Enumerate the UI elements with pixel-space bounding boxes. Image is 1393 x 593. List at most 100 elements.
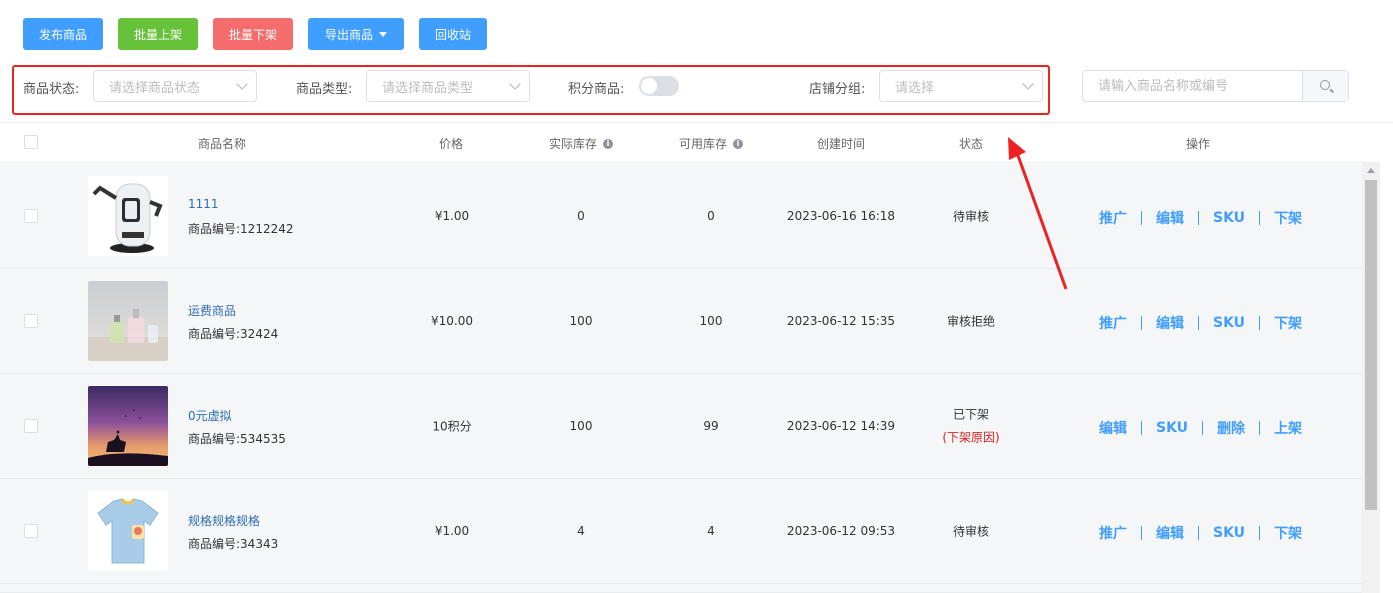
sunset-deer-image xyxy=(88,386,168,466)
type-filter-label: 商品类型: xyxy=(296,82,353,97)
status-text: 待审核 xyxy=(952,524,990,539)
separator xyxy=(1259,421,1261,435)
delist-action[interactable]: 下架 xyxy=(1274,523,1302,543)
perfume-product-image xyxy=(88,281,168,361)
table-row: 1111 商品编号:1212242 ¥1.00 0 0 2023-06-16 1… xyxy=(0,164,1362,269)
header-status: 状态 xyxy=(958,137,984,151)
status-filter-label: 商品状态: xyxy=(23,82,80,97)
actual-stock: 100 xyxy=(569,314,593,328)
search-button[interactable] xyxy=(1302,71,1348,101)
separator xyxy=(1141,526,1142,540)
product-code: 商品编号:1212242 xyxy=(188,222,294,236)
row-actions: 编辑 SKU 删除 上架 xyxy=(1099,418,1302,438)
recycle-bin-button[interactable]: 回收站 xyxy=(419,18,487,50)
separator xyxy=(1259,211,1261,225)
sku-action[interactable]: SKU xyxy=(1213,210,1245,226)
delist-action[interactable]: 下架 xyxy=(1274,313,1302,333)
header-actual-stock: 实际库存 i xyxy=(548,135,614,152)
product-name-link[interactable]: 0元虚拟 xyxy=(188,407,232,424)
row-actions: 推广 编辑 SKU 下架 xyxy=(1099,313,1302,333)
toolbar: 发布商品 批量上架 批量下架 导出商品 回收站 xyxy=(23,18,487,50)
scrollbar-thumb[interactable] xyxy=(1365,180,1377,510)
separator xyxy=(1198,316,1199,330)
batch-delist-button[interactable]: 批量下架 xyxy=(213,18,293,50)
edit-action[interactable]: 编辑 xyxy=(1156,523,1184,543)
table-header: 商品名称 价格 实际库存 i 可用库存 i 创建时间 状态 操作 xyxy=(0,123,1380,163)
type-select-placeholder: 请选择商品类型 xyxy=(382,80,474,96)
promote-action[interactable]: 推广 xyxy=(1099,523,1127,543)
search-box xyxy=(1082,70,1349,102)
product-name-link[interactable]: 规格规格规格 xyxy=(188,512,260,529)
row-actions: 推广 编辑 SKU 下架 xyxy=(1099,208,1302,228)
chevron-down-icon xyxy=(236,78,248,90)
product-code: 商品编号:32424 xyxy=(188,327,279,341)
toggle-knob xyxy=(641,78,657,94)
promote-action[interactable]: 推广 xyxy=(1099,313,1127,333)
separator xyxy=(1259,526,1261,540)
row-checkbox[interactable] xyxy=(24,419,38,433)
row-checkbox[interactable] xyxy=(24,209,38,223)
status-text: 已下架 xyxy=(952,407,990,422)
created-time: 2023-06-16 16:18 xyxy=(786,209,896,223)
table-row: 0元虚拟 商品编号:534535 10积分 100 99 2023-06-12 … xyxy=(0,374,1362,479)
row-actions: 推广 编辑 SKU 下架 xyxy=(1099,523,1302,543)
chevron-down-icon xyxy=(509,78,521,90)
header-available-stock: 可用库存 i xyxy=(678,135,744,152)
header-created: 创建时间 xyxy=(816,137,866,151)
header-actions: 操作 xyxy=(1185,137,1211,151)
search-icon xyxy=(1320,80,1330,90)
separator xyxy=(1141,211,1142,225)
sku-action[interactable]: SKU xyxy=(1213,525,1245,541)
created-time: 2023-06-12 14:39 xyxy=(786,419,896,433)
created-time: 2023-06-12 15:35 xyxy=(786,314,896,328)
store-group-label: 店铺分组: xyxy=(809,82,866,97)
status-select-placeholder: 请选择商品状态 xyxy=(109,80,201,96)
type-select[interactable]: 请选择商品类型 xyxy=(366,70,530,102)
publish-product-button[interactable]: 发布商品 xyxy=(23,18,103,50)
select-all-checkbox[interactable] xyxy=(24,135,38,149)
separator xyxy=(1141,316,1142,330)
edit-action[interactable]: 编辑 xyxy=(1156,208,1184,228)
delete-action[interactable]: 删除 xyxy=(1217,418,1245,438)
store-group-placeholder: 请选择 xyxy=(895,80,935,96)
price: ¥10.00 xyxy=(431,314,473,328)
info-icon[interactable]: i xyxy=(603,138,614,149)
promote-action[interactable]: 推广 xyxy=(1099,208,1127,228)
batch-list-button[interactable]: 批量上架 xyxy=(118,18,198,50)
created-time: 2023-06-12 09:53 xyxy=(786,524,896,538)
delist-reason-link[interactable]: (下架原因) xyxy=(942,429,999,446)
actual-stock: 4 xyxy=(577,524,585,538)
delist-action[interactable]: 下架 xyxy=(1274,208,1302,228)
store-group-select[interactable]: 请选择 xyxy=(879,70,1043,102)
table-row: 规格规格规格 商品编号:34343 ¥1.00 4 4 2023-06-12 0… xyxy=(0,479,1362,584)
separator xyxy=(1198,211,1199,225)
separator xyxy=(1141,421,1142,435)
caret-down-icon xyxy=(379,31,387,37)
row-checkbox[interactable] xyxy=(24,314,38,328)
sku-action[interactable]: SKU xyxy=(1156,420,1188,436)
product-management-page: 发布商品 批量上架 批量下架 导出商品 回收站 商品状态: 请选择商品状态 商品… xyxy=(0,0,1393,593)
product-name-link[interactable]: 运费商品 xyxy=(188,302,236,319)
edit-action[interactable]: 编辑 xyxy=(1156,313,1184,333)
list-action[interactable]: 上架 xyxy=(1274,418,1302,438)
price: ¥1.00 xyxy=(434,524,470,538)
edit-action[interactable]: 编辑 xyxy=(1099,418,1127,438)
search-icon-handle xyxy=(1330,88,1334,93)
status-select[interactable]: 请选择商品状态 xyxy=(93,70,257,102)
sku-action[interactable]: SKU xyxy=(1213,315,1245,331)
header-available-stock-label: 可用库存 xyxy=(678,137,728,151)
points-filter-label: 积分商品: xyxy=(568,82,625,97)
header-name: 商品名称 xyxy=(197,137,247,151)
export-products-button[interactable]: 导出商品 xyxy=(308,18,404,50)
points-toggle[interactable] xyxy=(639,76,679,96)
search-input[interactable] xyxy=(1083,71,1302,101)
scroll-up-arrow-icon[interactable] xyxy=(1367,168,1375,173)
separator xyxy=(1198,526,1199,540)
header-actual-stock-label: 实际库存 xyxy=(548,137,598,151)
price: ¥1.00 xyxy=(434,209,470,223)
info-icon[interactable]: i xyxy=(733,138,744,149)
product-name-link[interactable]: 1111 xyxy=(188,197,219,211)
product-code: 商品编号:534535 xyxy=(188,432,286,446)
row-checkbox[interactable] xyxy=(24,524,38,538)
product-code: 商品编号:34343 xyxy=(188,537,279,551)
